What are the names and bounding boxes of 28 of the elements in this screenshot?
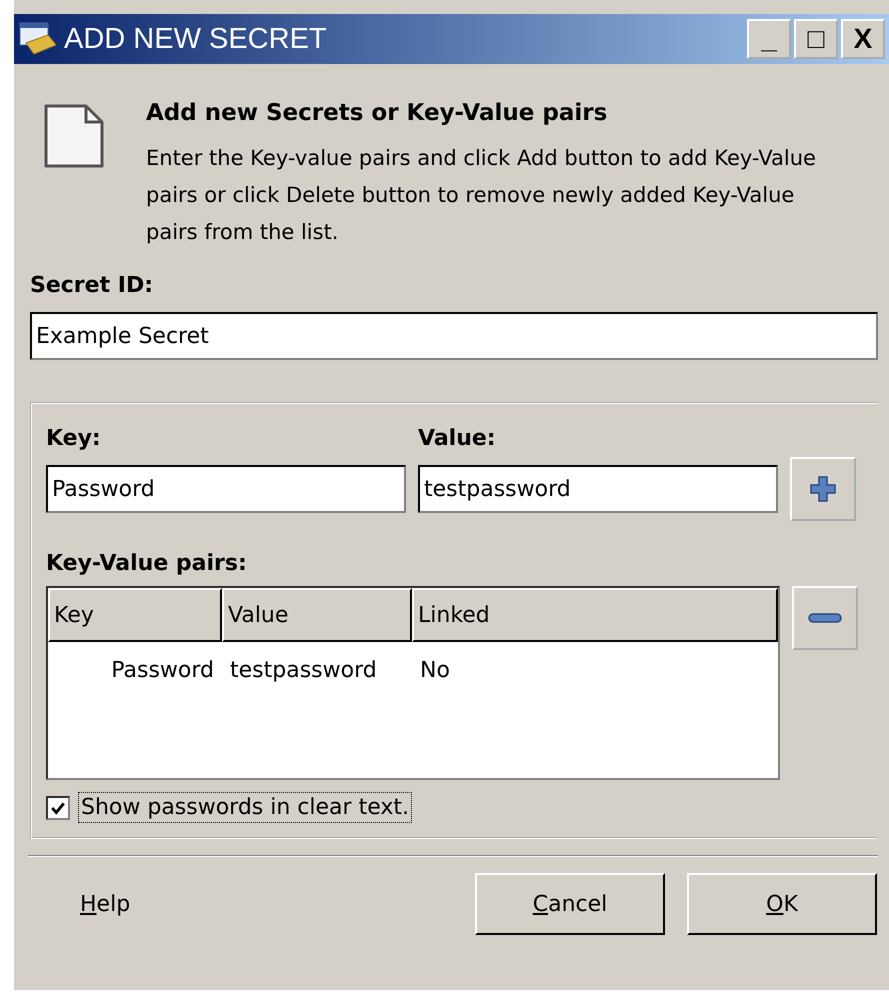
table-cell-text: Password xyxy=(110,658,215,682)
window-title: ADD NEW SECRET xyxy=(64,22,328,56)
plus-icon xyxy=(808,474,838,504)
value-label: Value: xyxy=(418,426,497,451)
pairs-label: Key-Value pairs: xyxy=(46,551,248,576)
secret-id-field[interactable]: Example Secret xyxy=(30,312,878,360)
checkmark-icon xyxy=(50,800,66,816)
minimize-button[interactable]: _ xyxy=(747,19,791,59)
header-title: Add new Secrets or Key-Value pairs xyxy=(146,100,608,126)
column-header[interactable]: Linked xyxy=(412,588,778,642)
column-header[interactable]: Key xyxy=(48,588,222,642)
table-cell-text: No xyxy=(419,658,451,682)
close-button[interactable]: X xyxy=(841,19,885,59)
checkbox[interactable] xyxy=(46,796,70,820)
ok-button[interactable]: OK xyxy=(687,873,877,935)
column-header[interactable]: Value xyxy=(222,588,412,642)
key-field[interactable]: Password xyxy=(46,465,406,513)
secret-id-label: Secret ID: xyxy=(30,273,154,298)
remove-button[interactable] xyxy=(792,586,858,650)
checkbox-label[interactable]: Show passwords in clear text. xyxy=(78,792,412,823)
table-cell-text: testpassword xyxy=(229,658,378,682)
minus-icon xyxy=(808,612,842,624)
value-field[interactable]: testpassword xyxy=(418,465,778,513)
add-button[interactable] xyxy=(790,457,856,521)
header-description: Enter the Key-value pairs and click Add button to add Key-Value pairs or click Delete button to remove newly added Key-Value pairs from the list. xyxy=(146,145,817,246)
maximize-button[interactable]: □ xyxy=(794,19,838,59)
key-label: Key: xyxy=(46,426,102,451)
cancel-button[interactable]: Cancel xyxy=(475,873,665,935)
